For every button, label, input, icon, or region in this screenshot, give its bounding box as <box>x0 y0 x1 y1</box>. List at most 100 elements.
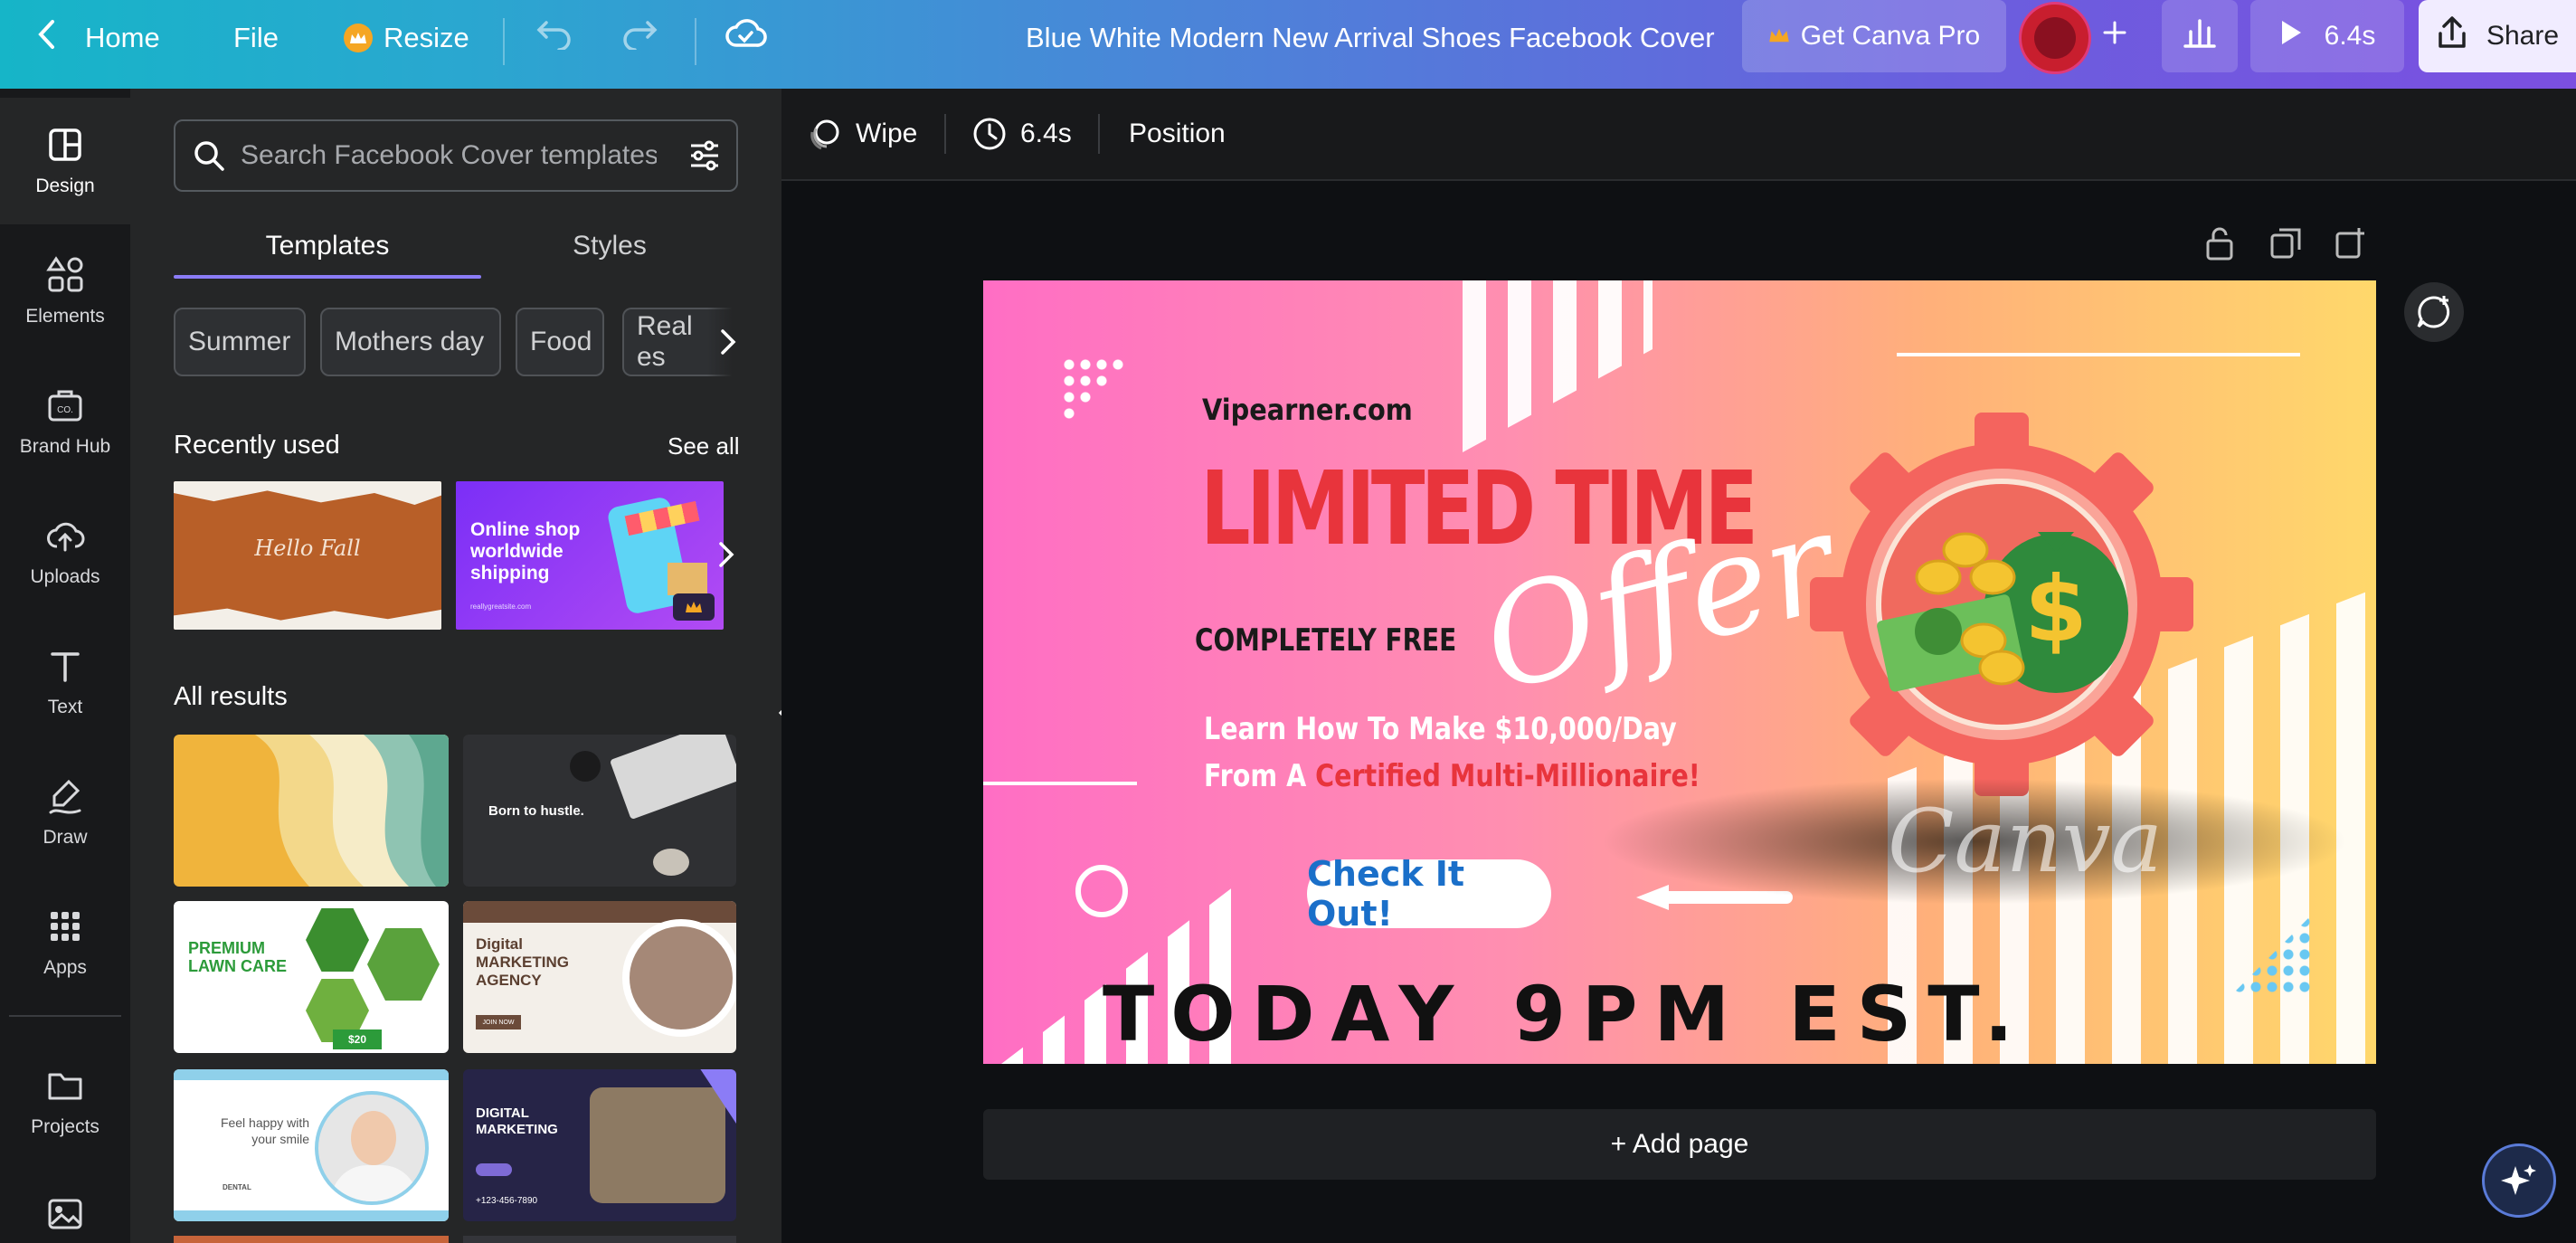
lock-page-icon[interactable] <box>2203 226 2236 265</box>
canva-watermark-text: Canva <box>1888 791 2163 892</box>
insights-button[interactable] <box>2162 0 2238 72</box>
decor-line <box>983 782 1137 785</box>
file-menu-button[interactable]: File <box>233 0 279 76</box>
avatar-logo <box>2034 17 2076 59</box>
offer-line2-prefix: From A <box>1204 758 1316 794</box>
present-duration-label: 6.4s <box>2324 21 2376 51</box>
add-page-icon[interactable] <box>2334 226 2368 265</box>
hexagon-photo <box>367 928 440 1001</box>
chip-food[interactable]: Food <box>516 308 604 376</box>
recent-scroll-right[interactable] <box>718 541 734 573</box>
chip-mothers-day[interactable]: Mothers day <box>320 308 501 376</box>
cloud-save-button[interactable] <box>724 0 767 76</box>
see-all-link[interactable]: See all <box>668 432 740 460</box>
present-button[interactable]: 6.4s <box>2250 0 2404 72</box>
nav-text[interactable]: Text <box>0 619 130 745</box>
result-template-born-to-hustle[interactable]: Born to hustle. <box>463 735 736 887</box>
result-template-digital-marketing-agency[interactable]: Digital MARKETING AGENCY JOIN NOW <box>463 901 736 1053</box>
nav-projects-label: Projects <box>31 1116 99 1137</box>
chips-scroll-right[interactable] <box>707 308 749 376</box>
circle-photo <box>622 919 736 1037</box>
recent-template-online-shop[interactable]: Online shop worldwide shipping reallygre… <box>456 481 724 630</box>
all-results-heading: All results <box>174 682 288 711</box>
home-label: Home <box>85 22 160 53</box>
hexagon-photo <box>306 908 369 972</box>
get-canva-pro-button[interactable]: Get Canva Pro <box>1742 0 2006 72</box>
result-template-partial[interactable] <box>174 1236 449 1243</box>
offer-line1-text: Learn How To Make $10,000/Day <box>1204 711 1677 747</box>
nav-draw[interactable]: Draw <box>0 749 130 876</box>
animation-icon <box>807 116 843 152</box>
recent-template-hello-fall[interactable]: Hello Fall <box>174 481 441 630</box>
tab-styles-label: Styles <box>573 231 647 261</box>
wipe-animation-button[interactable]: Wipe <box>807 110 917 157</box>
nav-brand-hub[interactable]: CO. Brand Hub <box>0 358 130 485</box>
nav-apps[interactable]: Apps <box>0 879 130 1006</box>
team-photo <box>590 1087 725 1203</box>
magic-assistant-button[interactable] <box>2482 1143 2556 1218</box>
thumb-small-text: DENTAL <box>223 1183 251 1191</box>
tab-styles[interactable]: Styles <box>483 213 736 279</box>
undo-button[interactable] <box>535 0 573 76</box>
nav-uploads[interactable]: Uploads <box>0 489 130 615</box>
home-button[interactable]: Home <box>36 0 160 76</box>
completely-free-text: COMPLETELY FREE <box>1195 622 1457 659</box>
redo-button[interactable] <box>620 0 658 76</box>
avatar[interactable] <box>2019 2 2091 74</box>
chevron-left-icon <box>36 19 56 57</box>
nav-elements[interactable]: Elements <box>0 228 130 355</box>
add-collaborator-button[interactable] <box>2093 0 2136 72</box>
image-icon[interactable] <box>45 1194 85 1238</box>
thumb-text: Hello Fall <box>254 536 361 561</box>
header-band <box>463 901 736 923</box>
duplicate-page-icon[interactable] <box>2268 226 2303 265</box>
check-it-out-button[interactable]: Check It Out! <box>1307 854 1551 934</box>
nav-uploads-label: Uploads <box>30 566 100 587</box>
thumb-small-text: +123-456-7890 <box>476 1196 538 1206</box>
search-icon <box>192 138 226 173</box>
portrait-photo <box>315 1091 429 1205</box>
result-template-partial[interactable] <box>463 1236 736 1243</box>
divider <box>503 18 505 65</box>
chip-summer-label: Summer <box>188 327 291 356</box>
clock-icon <box>971 116 1008 152</box>
laptop-illustration <box>609 735 736 821</box>
chip-summer[interactable]: Summer <box>174 308 306 376</box>
decor-line <box>1897 353 2300 356</box>
result-template-dental[interactable]: Feel happy with your smile DENTAL <box>174 1069 449 1221</box>
thumb-text: Feel happy with your smile <box>220 1115 309 1146</box>
result-template-waves[interactable] <box>174 735 449 887</box>
comment-plus-icon <box>2417 296 2450 328</box>
tab-templates[interactable]: Templates <box>174 213 481 279</box>
filter-sliders-icon[interactable] <box>687 138 722 173</box>
tab-templates-label: Templates <box>265 231 390 261</box>
document-title[interactable]: Blue White Modern New Arrival Shoes Face… <box>1026 0 1715 76</box>
add-comment-button[interactable] <box>2404 282 2464 342</box>
resize-button[interactable]: Resize <box>344 0 469 76</box>
editor-area: Wipe 6.4s Position Vipearner.com LIMITED… <box>781 89 2576 1243</box>
dot-pattern <box>1061 356 1133 429</box>
divider <box>695 18 696 65</box>
nav-apps-label: Apps <box>43 957 87 978</box>
design-canvas[interactable]: Vipearner.com LIMITED TIME Offer COMPLET… <box>983 280 2376 1064</box>
result-template-digital-marketing[interactable]: DIGITAL MARKETING +123-456-7890 <box>463 1069 736 1221</box>
top-bar: Home File Resize Blue White Modern New A… <box>0 0 2576 89</box>
briefcase-icon: CO. <box>48 390 82 422</box>
result-template-lawn-care[interactable]: PREMIUM LAWN CARE $20 <box>174 901 449 1053</box>
position-button[interactable]: Position <box>1129 110 1226 157</box>
site-name-text: Vipearner.com <box>1202 393 1413 427</box>
event-time-text: TODAY 9PM EST. <box>1103 970 2030 1058</box>
add-page-button[interactable]: + Add page <box>983 1109 2376 1180</box>
stripe-decoration-top <box>1463 280 1653 452</box>
sparkle-icon <box>2501 1164 2536 1195</box>
nav-projects[interactable]: Projects <box>0 1039 130 1165</box>
face-shape <box>351 1111 396 1165</box>
timing-button[interactable]: 6.4s <box>971 110 1072 157</box>
layout-icon <box>49 128 81 161</box>
share-button[interactable]: Share <box>2419 0 2576 72</box>
nav-design[interactable]: Design <box>0 98 130 224</box>
document-title-label: Blue White Modern New Arrival Shoes Face… <box>1026 22 1715 53</box>
nav-divider <box>9 1015 121 1017</box>
search-input[interactable] <box>239 139 658 172</box>
nav-brand-hub-label: Brand Hub <box>19 436 111 457</box>
